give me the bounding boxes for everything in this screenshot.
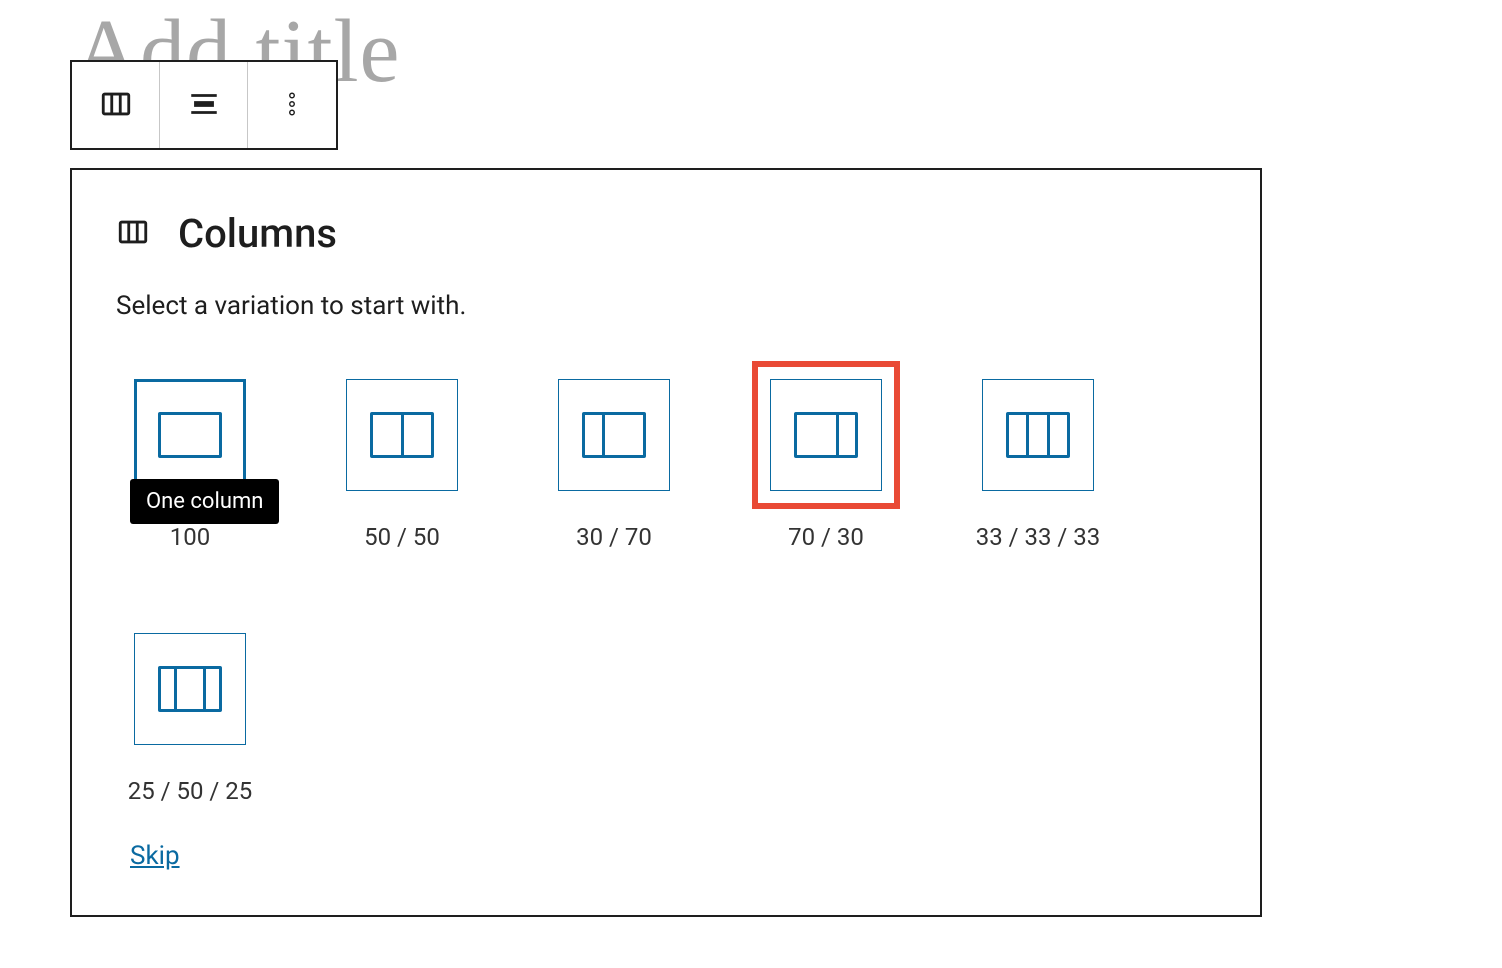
variation-preview <box>134 379 246 491</box>
align-button[interactable] <box>160 62 248 148</box>
variation-preview <box>134 633 246 745</box>
block-toolbar <box>70 60 338 150</box>
variation-33-33-33[interactable]: 33 / 33 / 33 <box>964 361 1112 551</box>
variation-highlight <box>752 361 900 509</box>
variation-preview <box>346 379 458 491</box>
panel-title: Columns <box>178 210 337 257</box>
columns-placeholder-panel: Columns Select a variation to start with… <box>70 168 1262 917</box>
variation-preview <box>770 379 882 491</box>
columns-icon <box>116 215 150 253</box>
variation-100[interactable]: 100One column <box>116 361 264 551</box>
columns-layout-icon <box>370 412 434 458</box>
variation-tooltip: One column <box>130 479 279 524</box>
block-type-button[interactable] <box>72 62 160 148</box>
variation-25-50-25[interactable]: 25 / 50 / 25 <box>116 615 264 805</box>
panel-instruction: Select a variation to start with. <box>116 291 1216 321</box>
variation-label: 30 / 70 <box>576 523 652 551</box>
variation-highlight <box>116 615 264 763</box>
variation-highlight <box>964 361 1112 509</box>
variation-label: 100 <box>170 523 210 551</box>
skip-link[interactable]: Skip <box>130 841 180 871</box>
variation-70-30[interactable]: 70 / 30 <box>752 361 900 551</box>
variation-label: 33 / 33 / 33 <box>976 523 1101 551</box>
panel-header: Columns <box>116 210 1216 257</box>
align-center-icon <box>187 87 221 124</box>
variation-highlight <box>540 361 688 509</box>
columns-layout-icon <box>794 412 858 458</box>
columns-layout-icon <box>582 412 646 458</box>
columns-layout-icon <box>1006 412 1070 458</box>
variation-preview <box>982 379 1094 491</box>
variation-preview <box>558 379 670 491</box>
variation-label: 25 / 50 / 25 <box>128 777 253 805</box>
variations-list: 100One column 50 / 50 30 / 70 70 / 30 33 / 3… <box>116 361 1216 805</box>
more-vertical-icon <box>275 87 309 124</box>
variation-label: 50 / 50 <box>364 523 440 551</box>
variation-50-50[interactable]: 50 / 50 <box>328 361 476 551</box>
variation-label: 70 / 30 <box>788 523 864 551</box>
columns-layout-icon <box>158 412 222 458</box>
variation-highlight <box>328 361 476 509</box>
columns-icon <box>99 87 133 124</box>
more-options-button[interactable] <box>248 62 336 148</box>
columns-layout-icon <box>158 666 222 712</box>
variation-30-70[interactable]: 30 / 70 <box>540 361 688 551</box>
